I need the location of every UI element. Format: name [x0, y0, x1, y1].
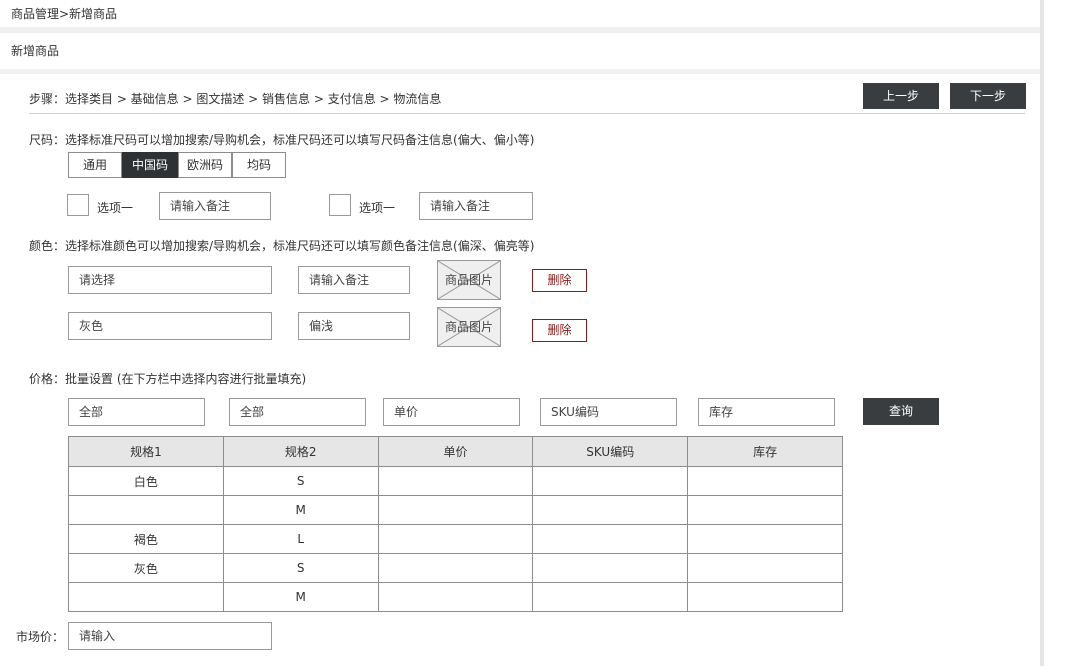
price-title: 价格：批量设置 (在下方栏中选择内容进行批量填充)	[29, 372, 307, 386]
size-option-label: 选项一	[359, 201, 396, 215]
delete-button[interactable]: 删除	[532, 319, 587, 342]
table-cell: L	[222, 524, 379, 554]
table-cell: M	[222, 495, 379, 525]
table-cell[interactable]	[377, 582, 534, 612]
size-title: 尺码：选择标准尺码可以增加搜索/导购机会，标准尺码还可以填写尺码备注信息(偏大、…	[29, 133, 535, 147]
table-cell[interactable]	[377, 466, 534, 496]
title-bar: 新增商品	[0, 33, 1040, 69]
table-cell: 褐色	[68, 524, 224, 554]
next-step-button[interactable]: 下一步	[950, 83, 1026, 109]
table-row: 灰色 S	[68, 553, 843, 583]
price-table: 规格1 规格2 单价 SKU编码 库存 白色 S M 褐色 L 灰色 S M	[68, 436, 843, 612]
size-tab-europe[interactable]: 欧洲码	[178, 152, 232, 178]
product-image-label: 商品图片	[444, 273, 493, 287]
table-row: M	[68, 582, 843, 612]
product-image-placeholder[interactable]: 商品图片	[437, 307, 501, 347]
filter-sku-input[interactable]: SKU编码	[540, 398, 677, 426]
table-cell	[68, 495, 224, 525]
filter-spec2-input[interactable]: 全部	[229, 398, 366, 426]
product-image-placeholder[interactable]: 商品图片	[437, 260, 501, 300]
breadcrumb: 商品管理>新增商品	[11, 7, 118, 21]
table-cell[interactable]	[377, 524, 534, 554]
prev-step-button[interactable]: 上一步	[863, 83, 939, 109]
table-cell[interactable]	[532, 495, 689, 525]
product-image-label: 商品图片	[444, 320, 493, 334]
color-note-input[interactable]: 请输入备注	[298, 266, 410, 294]
breadcrumb-bar: 商品管理>新增商品	[0, 0, 1040, 27]
table-cell: S	[222, 553, 379, 583]
table-cell[interactable]	[687, 466, 843, 496]
table-cell[interactable]	[687, 553, 843, 583]
table-header: 库存	[687, 436, 843, 467]
table-cell[interactable]	[532, 582, 689, 612]
table-cell	[68, 582, 224, 612]
table-cell[interactable]	[687, 524, 843, 554]
table-header: 单价	[377, 436, 534, 467]
table-cell: M	[222, 582, 379, 612]
size-tab-one-size[interactable]: 均码	[232, 152, 286, 178]
size-note-input[interactable]: 请输入备注	[159, 192, 271, 220]
filter-stock-input[interactable]: 库存	[698, 398, 835, 426]
divider	[29, 113, 1025, 114]
size-tab-general[interactable]: 通用	[68, 152, 122, 178]
color-select[interactable]: 请选择	[68, 266, 272, 294]
table-header: 规格1	[68, 436, 224, 467]
table-cell[interactable]	[532, 524, 689, 554]
steps-text: 步骤：选择类目 > 基础信息 > 图文描述 > 销售信息 > 支付信息 > 物流…	[29, 92, 442, 106]
table-cell: 白色	[68, 466, 224, 496]
table-cell[interactable]	[687, 582, 843, 612]
size-note-input[interactable]: 请输入备注	[419, 192, 533, 220]
filter-spec1-input[interactable]: 全部	[68, 398, 205, 426]
market-price-input[interactable]: 请输入	[68, 622, 272, 650]
page-title: 新增商品	[11, 44, 60, 58]
market-price-label: 市场价：	[16, 630, 65, 644]
table-cell[interactable]	[532, 553, 689, 583]
table-row: 褐色 L	[68, 524, 843, 554]
table-cell: S	[222, 466, 379, 496]
table-header: 规格2	[222, 436, 379, 467]
size-option-label: 选项一	[97, 201, 134, 215]
color-note-input[interactable]: 偏浅	[298, 312, 410, 340]
color-select[interactable]: 灰色	[68, 312, 272, 340]
table-cell[interactable]	[377, 553, 534, 583]
right-edge	[1040, 0, 1080, 666]
table-header-row: 规格1 规格2 单价 SKU编码 库存	[68, 436, 843, 467]
table-cell[interactable]	[532, 466, 689, 496]
table-header: SKU编码	[532, 436, 689, 467]
size-tab-china[interactable]: 中国码	[122, 152, 178, 178]
table-row: M	[68, 495, 843, 525]
delete-button[interactable]: 删除	[532, 269, 587, 292]
color-title: 颜色：选择标准颜色可以增加搜索/导购机会，标准尺码还可以填写颜色备注信息(偏深、…	[29, 239, 535, 253]
table-cell[interactable]	[377, 495, 534, 525]
filter-price-input[interactable]: 单价	[383, 398, 520, 426]
query-button[interactable]: 查询	[863, 398, 939, 425]
table-cell: 灰色	[68, 553, 224, 583]
size-option-checkbox[interactable]	[67, 194, 89, 216]
size-option-checkbox[interactable]	[329, 194, 351, 216]
table-cell[interactable]	[687, 495, 843, 525]
table-row: 白色 S	[68, 466, 843, 496]
